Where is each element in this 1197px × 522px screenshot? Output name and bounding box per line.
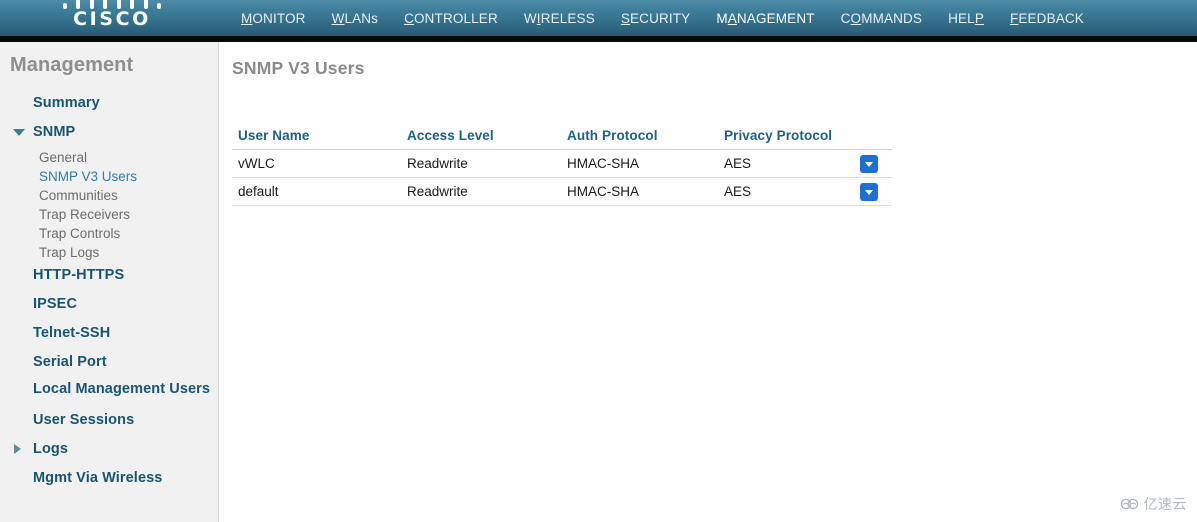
- cell-auth-protocol: HMAC-SHA: [561, 177, 718, 206]
- table-row: vWLC Readwrite HMAC-SHA AES: [232, 149, 892, 178]
- sidebar-subitem-trap-controls[interactable]: Trap Controls: [0, 224, 218, 243]
- sidebar-item-label: User Sessions: [33, 411, 135, 428]
- nav-accesskey: W: [331, 10, 345, 26]
- cell-row-actions: [860, 149, 892, 178]
- sidebar-subitem-label: Trap Controls: [39, 226, 121, 241]
- sidebar-item-snmp[interactable]: SNMP: [0, 119, 218, 144]
- sidebar-item-telnet-ssh[interactable]: Telnet-SSH: [0, 320, 218, 345]
- nav-item-feedback[interactable]: F EEDBACK: [997, 0, 1097, 36]
- table-header-row: User Name Access Level Auth Protocol Pri…: [232, 128, 892, 150]
- sidebar-item-label: IPSEC: [33, 295, 78, 312]
- sidebar-item-logs[interactable]: Logs: [0, 436, 218, 461]
- nav-item-wlans[interactable]: W LANs: [319, 0, 392, 36]
- sidebar-subitem-trap-logs[interactable]: Trap Logs: [0, 243, 218, 262]
- nav-accesskey: C: [404, 10, 414, 26]
- snmp-v3-users-table-container: User Name Access Level Auth Protocol Pri…: [232, 128, 892, 206]
- nav-item-security[interactable]: S ECURITY: [608, 0, 703, 36]
- sidebar-subitem-label: Communities: [39, 188, 118, 203]
- cell-user-name: default: [232, 177, 401, 206]
- sidebar-item-label: Mgmt Via Wireless: [33, 469, 163, 486]
- nav-accesskey: I: [536, 10, 541, 26]
- nav-accesskey: M: [241, 10, 253, 26]
- sidebar-subitem-label: SNMP V3 Users: [39, 169, 138, 184]
- nav-item-commands[interactable]: C O MMANDS: [828, 0, 935, 36]
- sidebar-item-summary[interactable]: Summary: [0, 90, 218, 115]
- cell-row-actions: [860, 177, 892, 206]
- cisco-logo[interactable]: CISCO: [58, 0, 166, 36]
- cell-auth-protocol: HMAC-SHA: [561, 149, 718, 178]
- cell-access-level: Readwrite: [401, 177, 561, 206]
- sidebar-item-ipsec[interactable]: IPSEC: [0, 291, 218, 316]
- nav-accesskey: S: [620, 10, 631, 26]
- dropdown-arrow-icon[interactable]: [860, 182, 878, 201]
- sidebar-item-label: Summary: [33, 94, 100, 111]
- sidebar-item-mgmt-via-wireless[interactable]: Mgmt Via Wireless: [0, 465, 218, 490]
- nav-item-controller[interactable]: C ONTROLLER: [391, 0, 511, 36]
- sidebar-item-label: HTTP-HTTPS: [33, 266, 125, 283]
- sidebar-item-serial-port[interactable]: Serial Port: [0, 349, 218, 374]
- sidebar-item-local-management-users[interactable]: Local Management Users: [0, 378, 218, 403]
- cell-user-name: vWLC: [232, 149, 401, 178]
- application-window: CISCO M ONITOR W LANs C ONTROLLER W I RELESS S ECU…: [0, 0, 1197, 522]
- sidebar-subitem-general[interactable]: General: [0, 148, 218, 167]
- sidebar-item-label: Local Management Users: [33, 381, 211, 397]
- column-header-actions: [860, 128, 892, 150]
- sidebar: Management Summary SNMP General SNMP V3 Use…: [0, 42, 219, 522]
- cloud-logo-icon: [1120, 498, 1138, 510]
- sidebar-subitem-communities[interactable]: Communities: [0, 186, 218, 205]
- column-header-privacy-protocol: Privacy Protocol: [718, 128, 860, 150]
- nav-accesskey: O: [850, 10, 862, 26]
- column-header-user-name: User Name: [232, 128, 401, 150]
- sidebar-item-user-sessions[interactable]: User Sessions: [0, 407, 218, 432]
- column-header-access-level: Access Level: [401, 128, 561, 150]
- sidebar-subitem-label: Trap Receivers: [39, 207, 131, 222]
- sidebar-subitem-snmp-v3-users[interactable]: SNMP V3 Users: [0, 167, 218, 186]
- snmp-v3-users-table: User Name Access Level Auth Protocol Pri…: [232, 128, 892, 206]
- triangle-right-icon[interactable]: [14, 443, 21, 454]
- nav-item-management[interactable]: M A NAGEMENT: [703, 0, 827, 42]
- main-content: SNMP V3 Users User Name Access Level Aut…: [220, 42, 1197, 522]
- column-header-auth-protocol: Auth Protocol: [561, 128, 718, 150]
- cell-access-level: Readwrite: [401, 149, 561, 178]
- nav-accesskey: A: [727, 10, 737, 26]
- watermark-text: 亿速云: [1143, 497, 1187, 513]
- sidebar-title: Management: [10, 54, 134, 76]
- sidebar-menu: Summary SNMP General SNMP V3 Users Communiti…: [0, 90, 218, 494]
- cell-privacy-protocol: AES: [718, 177, 860, 206]
- sidebar-item-label: Serial Port: [33, 353, 107, 370]
- cisco-wordmark: CISCO: [73, 8, 151, 30]
- top-header-bar: CISCO M ONITOR W LANs C ONTROLLER W I RELESS S ECU…: [0, 0, 1197, 42]
- nav-accesskey: F: [1009, 10, 1019, 26]
- sidebar-subitem-label: Trap Logs: [39, 245, 100, 260]
- nav-accesskey: P: [974, 10, 984, 26]
- sidebar-item-label: SNMP: [33, 123, 76, 140]
- sidebar-item-label: Telnet-SSH: [33, 324, 111, 341]
- page-title: SNMP V3 Users: [232, 58, 365, 78]
- table-row: default Readwrite HMAC-SHA AES: [232, 177, 892, 206]
- cell-privacy-protocol: AES: [718, 149, 860, 178]
- watermark: 亿速云: [1120, 494, 1188, 514]
- sidebar-subitem-label: General: [39, 150, 88, 165]
- dropdown-arrow-icon[interactable]: [860, 154, 878, 173]
- sidebar-item-http-https[interactable]: HTTP-HTTPS: [0, 262, 218, 287]
- nav-item-wireless[interactable]: W I RELESS: [511, 0, 608, 36]
- nav-item-monitor[interactable]: M ONITOR: [228, 0, 319, 36]
- table-body: vWLC Readwrite HMAC-SHA AES default Readwrite…: [232, 149, 892, 206]
- nav-item-help[interactable]: HEL P: [935, 0, 997, 36]
- triangle-down-icon[interactable]: [13, 128, 25, 136]
- main-navigation: M ONITOR W LANs C ONTROLLER W I RELESS S ECURITY M A…: [228, 0, 1097, 42]
- sidebar-item-label: Logs: [33, 440, 69, 457]
- sidebar-subitem-trap-receivers[interactable]: Trap Receivers: [0, 205, 218, 224]
